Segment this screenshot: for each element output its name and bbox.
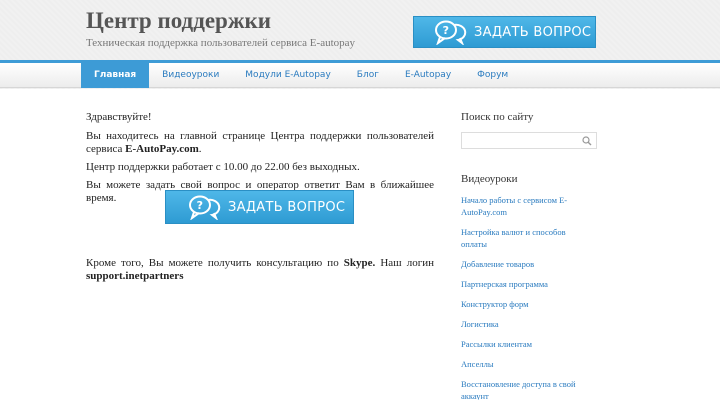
site-subtitle: Техническая поддержка пользователей серв… — [86, 37, 356, 49]
video-link[interactable]: Начало работы с сервисом E-AutoPay.com — [461, 194, 581, 218]
videos-widget-title: Видеоуроки — [461, 173, 518, 185]
main-navigation: Главная Видеоуроки Модули E-Autopay Блог E-A… — [0, 60, 720, 88]
skype-login: support.inetpartners — [86, 270, 184, 282]
list-item: Рассылки клиентам — [461, 338, 601, 350]
list-item: Конструктор форм — [461, 298, 601, 310]
nav-item-5[interactable]: Форум — [464, 63, 521, 88]
nav-item-3[interactable]: Блог — [344, 63, 392, 88]
list-item: Добавление товаров — [461, 258, 601, 270]
nav-item-1[interactable]: Видеоуроки — [149, 63, 232, 88]
list-item: Партнерская программа — [461, 278, 601, 290]
intro-paragraph: Вы находитесь на главной странице Центра… — [86, 130, 434, 155]
nav-item-0[interactable]: Главная — [81, 63, 150, 88]
speech-bubbles-icon: ? — [189, 195, 221, 220]
skype-paragraph: Кроме того, Вы можете получить консульта… — [86, 257, 434, 282]
ask-question-label: ЗАДАТЬ ВОПРОС — [474, 24, 592, 40]
list-item: Логистика — [461, 318, 601, 330]
svg-text:?: ? — [443, 24, 450, 37]
site-domain: E-AutoPay.com — [125, 143, 199, 155]
video-link[interactable]: Настройка валют и способов оплаты — [461, 226, 581, 250]
video-link[interactable]: Добавление товаров — [461, 258, 581, 270]
greeting-text: Здравствуйте! — [86, 111, 152, 123]
ask-question-label: ЗАДАТЬ ВОПРОС — [228, 199, 346, 215]
list-item: Апселлы — [461, 358, 601, 370]
list-item: Восстановление доступа в свой аккаунт — [461, 378, 601, 400]
site-title[interactable]: Центр поддержки — [86, 8, 271, 34]
speech-bubbles-icon: ? — [435, 20, 467, 45]
ask-question-button-content[interactable]: ? ЗАДАТЬ ВОПРОС — [165, 190, 354, 224]
video-list: Начало работы с сервисом E-AutoPay.com На… — [461, 194, 601, 400]
main-area: Здравствуйте! Вы находитесь на главной с… — [0, 89, 720, 400]
list-item: Настройка валют и способов оплаты — [461, 226, 601, 250]
hours-paragraph: Центр поддержки работает с 10.00 до 22.0… — [86, 161, 360, 173]
svg-text:?: ? — [197, 199, 204, 212]
search-widget-title: Поиск по сайту — [461, 111, 534, 123]
search-box — [461, 132, 597, 151]
search-input[interactable] — [462, 135, 572, 151]
list-item: Начало работы с сервисом E-AutoPay.com — [461, 194, 601, 218]
nav-item-4[interactable]: E-Autopay — [392, 63, 464, 88]
video-link[interactable]: Рассылки клиентам — [461, 338, 581, 350]
nav-item-2[interactable]: Модули E-Autopay — [232, 63, 343, 88]
ask-question-button-header[interactable]: ? ЗАДАТЬ ВОПРОС — [413, 16, 596, 48]
sidebar: Поиск по сайту Видеоуроки Начало работы … — [461, 111, 601, 400]
video-link[interactable]: Партнерская программа — [461, 278, 581, 290]
video-link[interactable]: Конструктор форм — [461, 298, 581, 310]
search-icon[interactable] — [582, 136, 592, 146]
video-link[interactable]: Апселлы — [461, 358, 581, 370]
video-link[interactable]: Восстановление доступа в свой аккаунт — [461, 378, 581, 400]
video-link[interactable]: Логистика — [461, 318, 581, 330]
